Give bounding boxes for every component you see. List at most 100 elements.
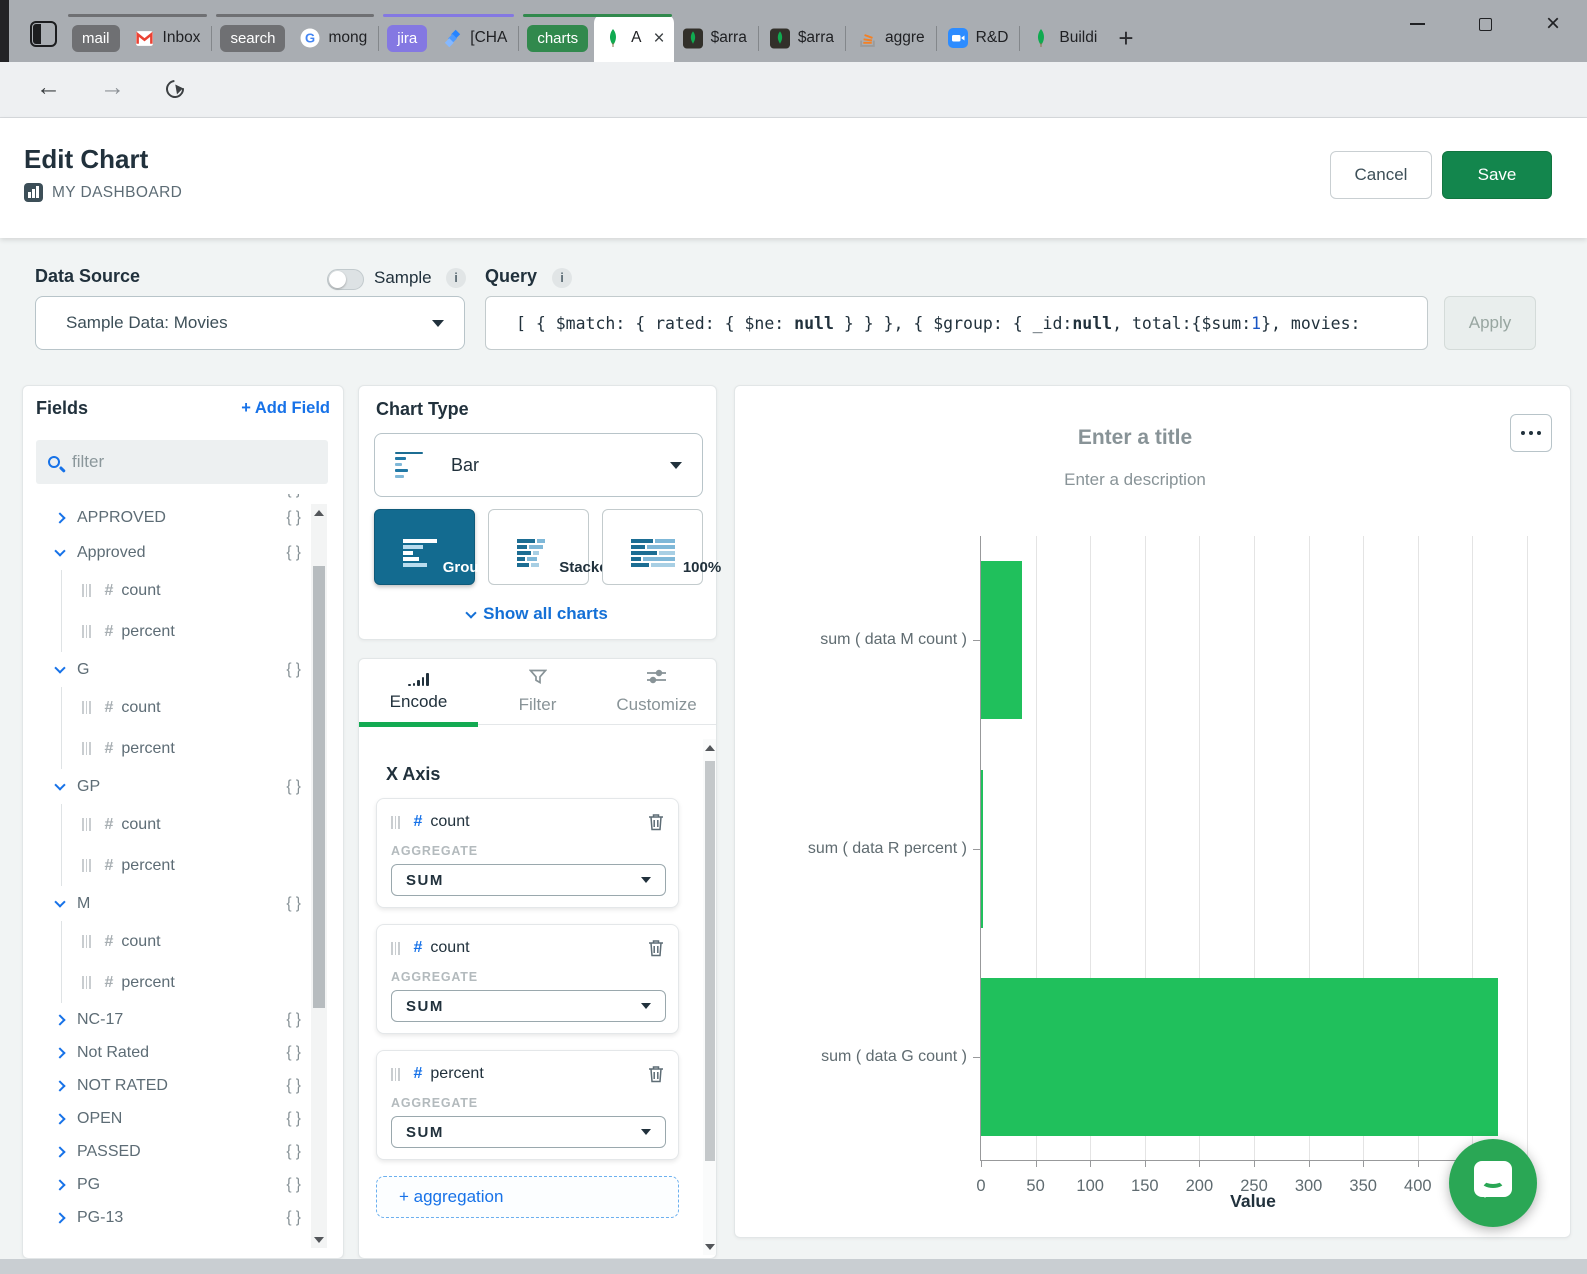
- tab-group-badge-search[interactable]: search: [220, 25, 285, 52]
- show-all-charts-link[interactable]: Show all charts: [359, 604, 716, 624]
- cancel-button[interactable]: Cancel: [1330, 151, 1432, 199]
- aggregate-select[interactable]: SUM: [391, 864, 666, 896]
- field-row-M-percent[interactable]: #percent: [62, 962, 311, 1003]
- query-info-icon[interactable]: i: [552, 268, 572, 288]
- drag-handle-icon[interactable]: [391, 1068, 400, 1081]
- chevron-right-icon[interactable]: [54, 1047, 65, 1058]
- tab[interactable]: Buildi: [1022, 14, 1106, 62]
- tab[interactable]: $arra: [761, 14, 843, 62]
- drag-handle-icon[interactable]: [82, 935, 91, 948]
- scrollbar-thumb[interactable]: [313, 566, 325, 1008]
- tab-encode[interactable]: Encode: [359, 659, 478, 724]
- tab-group-badge-mail[interactable]: mail: [72, 25, 120, 52]
- refresh-button[interactable]: [162, 76, 187, 101]
- field-row-G-percent[interactable]: #percent: [62, 728, 311, 769]
- tab[interactable]: [CHA: [433, 14, 516, 62]
- scroll-down-icon[interactable]: [311, 1231, 327, 1248]
- tab-group-badge-jira[interactable]: jira: [387, 25, 427, 52]
- chevron-right-icon[interactable]: [54, 1212, 65, 1223]
- aggregate-select[interactable]: SUM: [391, 990, 666, 1022]
- chevron-down-icon[interactable]: [54, 545, 65, 556]
- drag-handle-icon[interactable]: [391, 942, 400, 955]
- query-input[interactable]: [ { $match: { rated: { $ne: null } } }, …: [485, 296, 1428, 350]
- tab[interactable]: R&D: [939, 14, 1018, 62]
- field-row-PG[interactable]: PG{ }: [23, 1168, 311, 1201]
- chevron-right-icon[interactable]: [54, 1080, 65, 1091]
- chart-menu-icon[interactable]: [1510, 414, 1552, 452]
- delete-channel-icon[interactable]: [648, 813, 664, 831]
- drag-handle-icon[interactable]: [82, 818, 91, 831]
- field-row-GP[interactable]: GP{ }: [23, 769, 311, 804]
- chat-bubble-button[interactable]: [1449, 1139, 1537, 1227]
- field-row-G-count[interactable]: #count: [62, 687, 311, 728]
- drag-handle-icon[interactable]: [82, 701, 91, 714]
- chart-subtype-grouped-button[interactable]: Grouped: [374, 509, 475, 585]
- bar-1[interactable]: [981, 561, 1022, 719]
- chart-subtype-100pct-button[interactable]: 100%: [602, 509, 703, 585]
- fields-scrollbar[interactable]: [311, 504, 327, 1248]
- save-button[interactable]: Save: [1442, 151, 1552, 199]
- chart-description-placeholder[interactable]: Enter a description: [735, 470, 1535, 490]
- field-row-Not Rated[interactable]: Not Rated{ }: [23, 1036, 311, 1069]
- encode-scrollbar[interactable]: [703, 739, 717, 1255]
- field-row-Approved-percent[interactable]: #percent: [62, 611, 311, 652]
- tab[interactable]: aggre: [848, 14, 934, 62]
- breadcrumb[interactable]: MY DASHBOARD: [24, 183, 182, 202]
- chevron-right-icon[interactable]: [54, 1014, 65, 1025]
- field-row-PASSED[interactable]: PASSED{ }: [23, 1135, 311, 1168]
- chevron-right-icon[interactable]: [54, 1113, 65, 1124]
- drag-handle-icon[interactable]: [82, 742, 91, 755]
- forward-button[interactable]: →: [100, 75, 125, 100]
- chevron-right-icon[interactable]: [54, 512, 65, 523]
- add-field-button[interactable]: + Add Field: [241, 399, 330, 418]
- window-bottom-scrollbar[interactable]: [0, 1259, 1587, 1274]
- scrollbar-thumb[interactable]: [705, 761, 715, 1161]
- apply-button[interactable]: Apply: [1444, 296, 1536, 350]
- bar-2[interactable]: [981, 770, 983, 928]
- sample-toggle[interactable]: [327, 269, 364, 290]
- tab[interactable]: Gmong: [291, 14, 376, 62]
- drag-handle-icon[interactable]: [82, 976, 91, 989]
- minimize-button[interactable]: [1383, 0, 1451, 48]
- drag-handle-icon[interactable]: [82, 859, 91, 872]
- tab-active[interactable]: A×: [594, 14, 673, 62]
- tab-close-icon[interactable]: ×: [654, 29, 665, 48]
- field-row-OPEN[interactable]: OPEN{ }: [23, 1102, 311, 1135]
- add-aggregation-button[interactable]: + aggregation: [376, 1176, 679, 1218]
- drag-handle-icon[interactable]: [82, 584, 91, 597]
- close-button[interactable]: ×: [1519, 0, 1587, 48]
- tab[interactable]: $arra: [674, 14, 756, 62]
- field-row-M[interactable]: M{ }: [23, 886, 311, 921]
- chevron-down-icon[interactable]: [54, 779, 65, 790]
- tab-filter[interactable]: Filter: [478, 659, 597, 724]
- scroll-up-icon[interactable]: [703, 739, 717, 756]
- field-row-NOT RATED[interactable]: NOT RATED{ }: [23, 1069, 311, 1102]
- field-row-G[interactable]: G{ }: [23, 652, 311, 687]
- bar-3[interactable]: [981, 978, 1498, 1136]
- delete-channel-icon[interactable]: [648, 939, 664, 957]
- chevron-down-icon[interactable]: [54, 662, 65, 673]
- field-row-Approved-count[interactable]: #count: [62, 570, 311, 611]
- field-row-GP-percent[interactable]: #percent: [62, 845, 311, 886]
- sample-info-icon[interactable]: i: [446, 268, 466, 288]
- maximize-button[interactable]: [1451, 0, 1519, 48]
- chevron-right-icon[interactable]: [54, 1146, 65, 1157]
- field-row-APPROVED[interactable]: APPROVED{ }: [23, 500, 311, 535]
- back-button[interactable]: ←: [36, 75, 61, 100]
- chart-title-placeholder[interactable]: Enter a title: [735, 426, 1535, 450]
- data-source-select[interactable]: Sample Data: Movies: [35, 296, 465, 350]
- aggregate-select[interactable]: SUM: [391, 1116, 666, 1148]
- tab-group-badge-charts[interactable]: charts: [527, 25, 588, 52]
- tab-actions-icon[interactable]: [30, 21, 57, 47]
- field-row-PG-13[interactable]: PG-13{ }: [23, 1201, 311, 1234]
- scroll-up-icon[interactable]: [311, 504, 327, 521]
- chevron-right-icon[interactable]: [54, 1179, 65, 1190]
- tab-customize[interactable]: Customize: [597, 659, 716, 724]
- field-row-GP-count[interactable]: #count: [62, 804, 311, 845]
- chevron-down-icon[interactable]: [54, 896, 65, 907]
- chart-type-select[interactable]: Bar: [374, 433, 703, 497]
- delete-channel-icon[interactable]: [648, 1065, 664, 1083]
- field-row-NC-17[interactable]: NC-17{ }: [23, 1003, 311, 1036]
- scroll-down-icon[interactable]: [703, 1238, 717, 1255]
- field-filter-input[interactable]: [72, 452, 316, 472]
